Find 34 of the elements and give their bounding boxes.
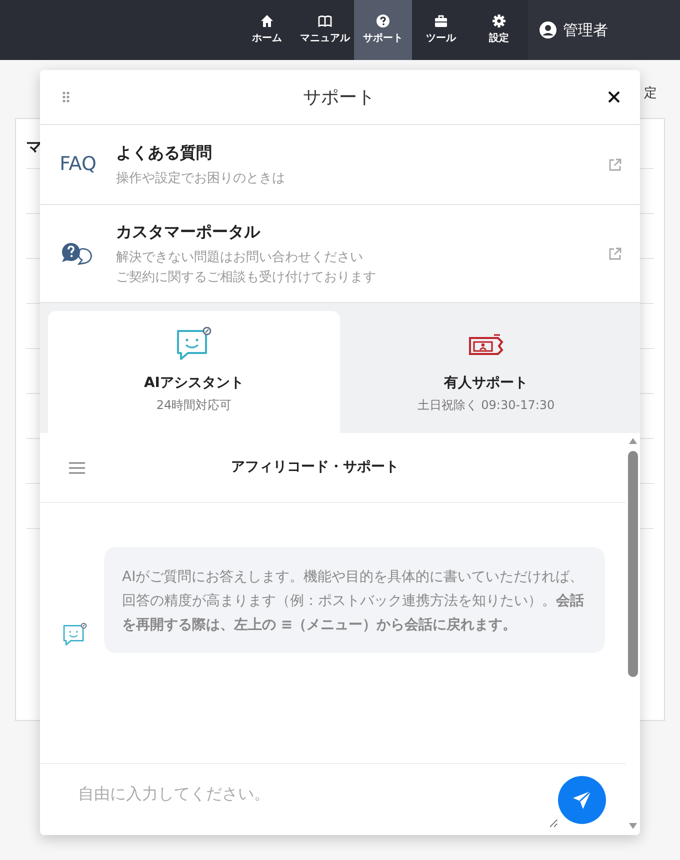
panel-title: サポート	[303, 86, 375, 110]
support-tab[interactable]: AIアシスタント 24時間対応可	[48, 311, 340, 433]
faq-logo: FAQ	[60, 152, 96, 178]
nav-tab[interactable]: ホーム	[238, 0, 296, 60]
home-icon	[260, 14, 274, 28]
external-link-icon	[608, 246, 622, 260]
card-heading: マ	[26, 136, 42, 158]
support-link-row[interactable]: FAQ よくある質問 操作や設定でお困りのときは	[40, 125, 640, 205]
nav-tab[interactable]: マニュアル	[296, 0, 354, 60]
chat-robot-icon	[175, 327, 213, 363]
user-icon[interactable]	[539, 21, 557, 39]
nav-tab[interactable]: サポート	[354, 0, 412, 60]
page-text: 定	[644, 85, 657, 103]
user-name[interactable]: 管理者	[563, 18, 608, 42]
external-link-icon	[608, 158, 622, 172]
drag-handle-icon[interactable]	[62, 91, 70, 103]
send-button[interactable]	[558, 776, 606, 824]
send-icon	[571, 788, 593, 810]
close-button[interactable]	[608, 91, 620, 103]
help-icon	[376, 14, 390, 28]
link-title: よくある質問	[116, 142, 213, 164]
support-tab[interactable]: 有人サポート 土日祝除く 09:30-17:30	[340, 311, 632, 433]
link-description: 解決できない問題はお問い合わせください	[116, 248, 364, 266]
menu-icon[interactable]	[68, 460, 86, 474]
link-description: ご契約に関するご相談も受け付けております	[116, 268, 377, 286]
chat-message: AIがご質問にお答えします。機能や目的を具体的に書いていただければ、回答の精度が高まります（例：ポストバック連携方法を知りたい）。会話を再開する際は、左上の ≡（メニュー）から会話に戻れます。	[104, 547, 605, 653]
settings-icon	[492, 14, 506, 28]
book-icon	[318, 14, 332, 28]
link-description: 操作や設定でお困りのときは	[116, 170, 286, 188]
chat-title: アフィリコード・サポート	[231, 458, 399, 477]
toolbox-icon	[434, 14, 448, 28]
nav-tab[interactable]: ツール	[412, 0, 470, 60]
link-title: カスタマーポータル	[116, 220, 262, 242]
nav-tab[interactable]: 設定	[470, 0, 528, 60]
